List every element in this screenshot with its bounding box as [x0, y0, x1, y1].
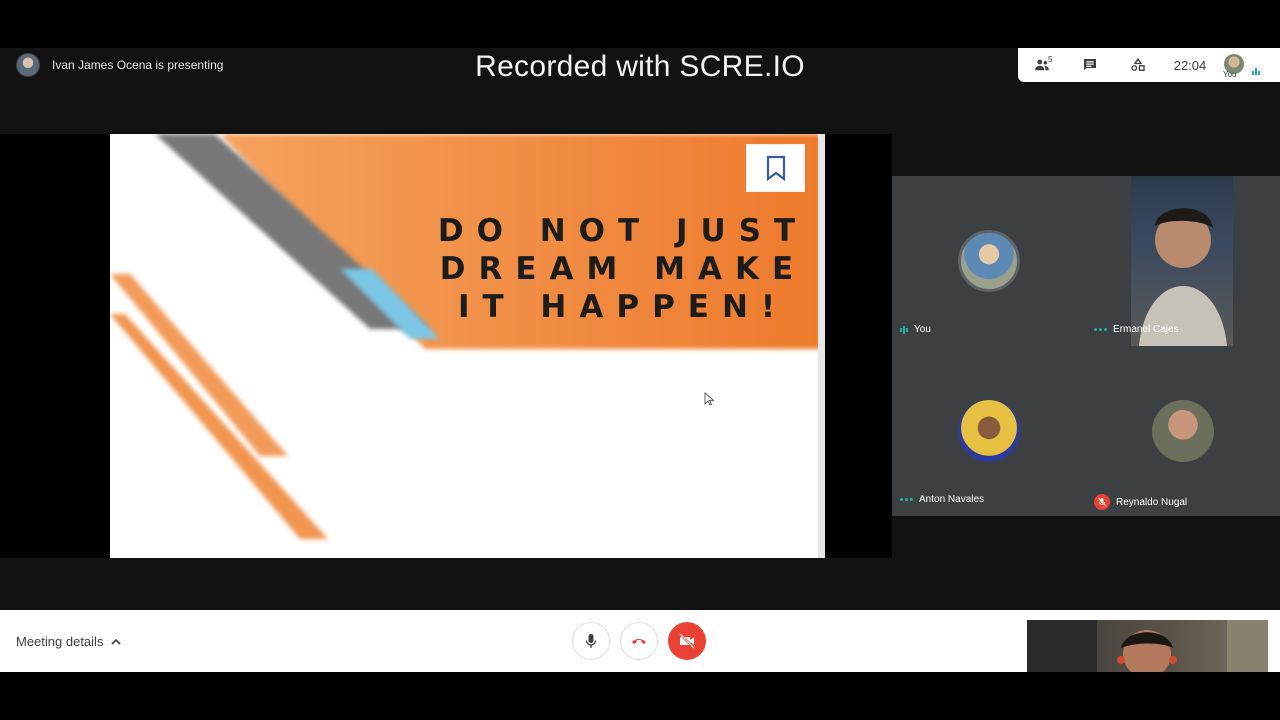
self-camera-preview — [1027, 620, 1268, 672]
participant-avatar — [958, 230, 1020, 292]
status-dots-icon — [1094, 328, 1107, 331]
status-dots-icon — [900, 498, 913, 501]
slide-bookmark-button[interactable] — [746, 144, 805, 192]
slogan-line-2: DREAM MAKE — [439, 251, 807, 287]
participant-name-row: You — [900, 324, 931, 335]
self-label: You — [1223, 70, 1237, 79]
meeting-details-label: Meeting details — [16, 634, 104, 649]
participant-tile[interactable]: Reynaldo Nugal — [1086, 346, 1280, 516]
participant-name-row: Reynaldo Nugal — [1094, 494, 1187, 510]
slogan-line-1: DO NOT JUST — [437, 213, 809, 249]
participant-tile[interactable]: Anton Navales — [892, 346, 1086, 516]
participant-name: Ermanel Cajes — [1113, 324, 1179, 335]
activities-icon — [1131, 57, 1145, 71]
person-silhouette-icon — [1027, 620, 1268, 672]
meeting-details-button[interactable]: Meeting details — [16, 634, 123, 649]
slide-background-shapes — [110, 134, 825, 558]
hang-up-icon — [632, 639, 646, 644]
meeting-clock: 22:04 — [1173, 57, 1207, 73]
activities-button[interactable] — [1114, 48, 1162, 82]
participant-tile[interactable]: You — [892, 176, 1086, 346]
participant-name-row: Ermanel Cajes — [1094, 324, 1179, 335]
slogan-line-3: IT HAPPEN! — [457, 289, 789, 325]
participant-name: You — [914, 324, 931, 335]
microphone-icon — [585, 634, 597, 648]
microphone-button[interactable] — [572, 622, 610, 660]
bottom-control-bar: Meeting details — [0, 610, 1280, 672]
top-letterbox — [0, 0, 1280, 48]
bottom-letterbox — [0, 672, 1280, 720]
mouse-cursor-icon — [704, 392, 714, 406]
camera-toggle-button[interactable] — [668, 622, 706, 660]
participant-avatar — [958, 400, 1020, 462]
speaking-indicator-icon — [900, 325, 908, 334]
participant-avatar — [1152, 400, 1214, 462]
participant-name: Reynaldo Nugal — [1116, 496, 1188, 508]
camera-off-icon — [679, 633, 695, 649]
participants-grid: You Ermanel Cajes Anton Navales Reynaldo… — [892, 176, 1280, 516]
participant-name-row: Anton Navales — [900, 494, 984, 505]
participant-video — [1131, 176, 1233, 346]
participant-name: Anton Navales — [919, 494, 985, 505]
speaking-indicator-icon — [1252, 68, 1260, 75]
self-avatar-tile[interactable]: You — [1218, 48, 1268, 82]
person-silhouette-icon — [1139, 208, 1227, 346]
bookmark-icon — [766, 155, 785, 181]
top-right-toolbar: 5 22:04 You — [1018, 48, 1280, 82]
chat-icon — [1084, 59, 1096, 71]
participant-tile[interactable]: Ermanel Cajes — [1086, 176, 1280, 346]
people-button[interactable]: 5 — [1018, 48, 1066, 82]
chevron-up-icon — [111, 638, 122, 645]
slide-slogan: DO NOT JUST DREAM MAKE IT HAPPEN! — [428, 212, 818, 326]
mic-off-icon — [1094, 494, 1110, 510]
presentation-slide: DO NOT JUST DREAM MAKE IT HAPPEN! — [110, 134, 825, 558]
people-count: 5 — [1048, 55, 1053, 64]
leave-call-button[interactable] — [620, 622, 658, 660]
chat-button[interactable] — [1066, 48, 1114, 82]
